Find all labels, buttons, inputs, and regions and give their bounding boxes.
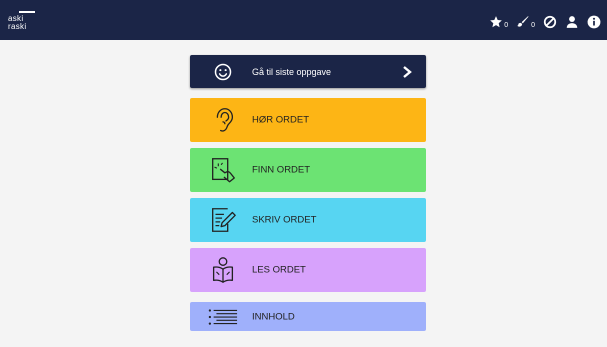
skriv-ordet-label: SKRIV ORDET [252, 214, 317, 226]
les-ordet-button[interactable]: LES ORDET [190, 248, 426, 292]
block-icon[interactable] [543, 15, 557, 29]
brush-count: 0 [531, 22, 535, 29]
skriv-ordet-button[interactable]: SKRIV ORDET [190, 198, 426, 242]
finn-ordet-label: FINN ORDET [252, 164, 311, 176]
tap-screen-icon [208, 155, 238, 185]
brush-counter[interactable]: 0 [516, 15, 535, 29]
hor-ordet-button[interactable]: HØR ORDET [190, 98, 426, 142]
list-icon [208, 302, 238, 332]
topbar-icons: 0 0 [489, 13, 601, 31]
info-icon[interactable] [587, 15, 601, 29]
chevron-right-icon [403, 65, 412, 78]
reading-person-icon [208, 255, 238, 285]
app-logo[interactable]: aski raski [8, 11, 48, 31]
les-ordet-label: LES ORDET [252, 264, 306, 276]
innhold-label: INNHOLD [252, 311, 295, 322]
smiley-icon [208, 57, 238, 87]
star-icon [490, 16, 503, 28]
logo-line2: raski [8, 22, 27, 31]
last-task-button[interactable]: Gå til siste oppgave [190, 55, 426, 88]
logo-bar [19, 11, 35, 13]
ear-icon [208, 105, 238, 135]
top-bar: aski raski 0 0 [0, 0, 607, 40]
last-task-label: Gå til siste oppgave [252, 66, 332, 77]
innhold-button[interactable]: INNHOLD [190, 302, 426, 331]
star-counter[interactable]: 0 [489, 15, 508, 29]
hor-ordet-label: HØR ORDET [252, 114, 309, 126]
finn-ordet-button[interactable]: FINN ORDET [190, 148, 426, 192]
brush-icon [517, 16, 529, 27]
user-icon[interactable] [565, 15, 579, 29]
star-count: 0 [504, 22, 509, 29]
write-document-icon [208, 205, 238, 235]
